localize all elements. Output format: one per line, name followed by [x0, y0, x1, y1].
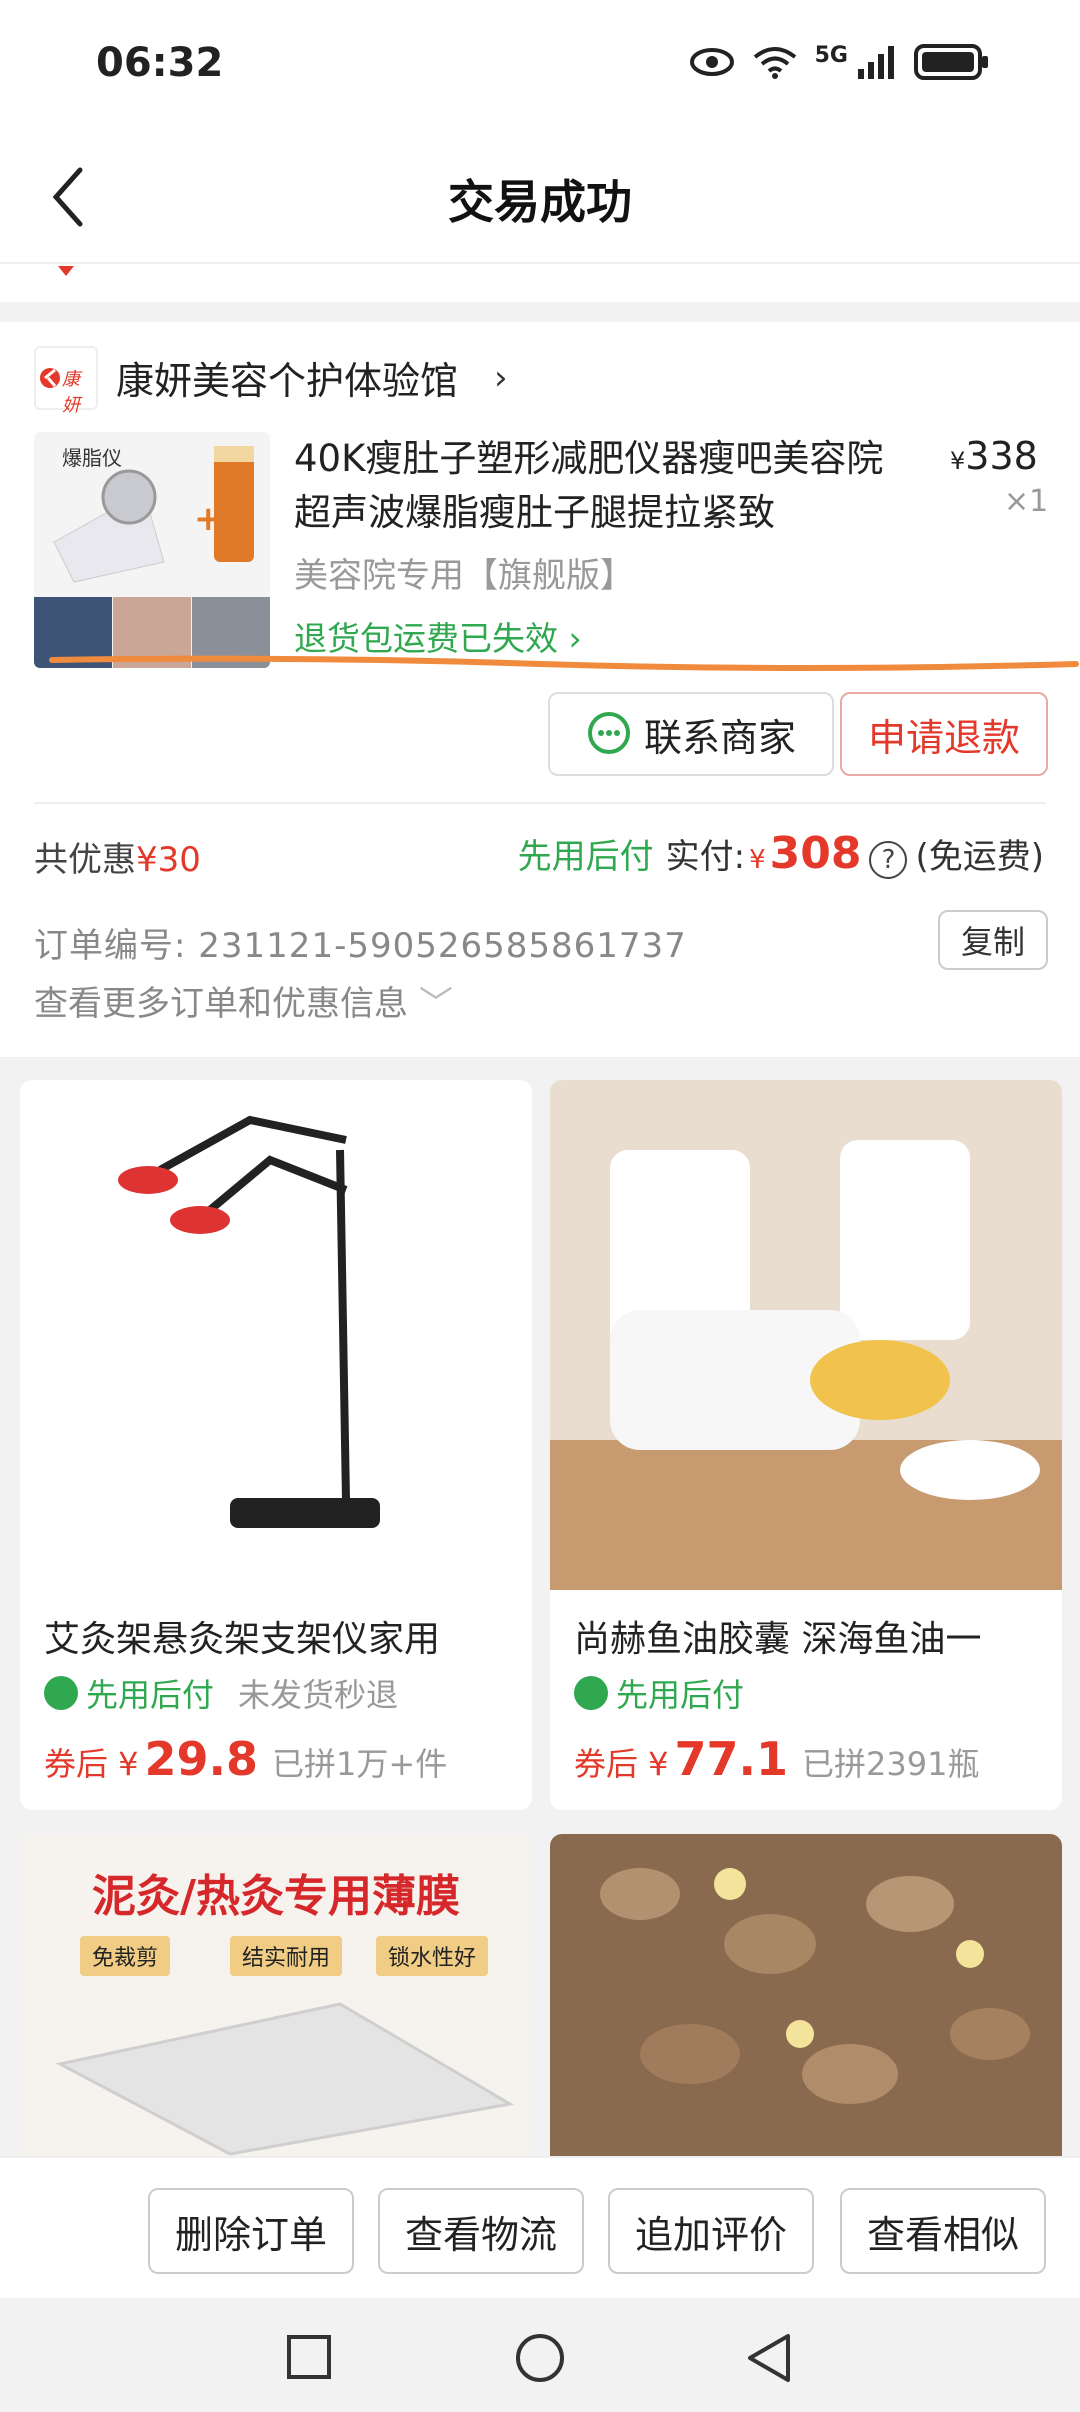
recommendation-card[interactable]: 艾灸架悬灸架支架仪家用 先用后付 未发货秒退 券后 ¥ 29.8 已拼1万+件: [20, 1080, 532, 1810]
header: 交易成功: [0, 130, 1080, 262]
status-bar: 06:32 5G: [0, 0, 1080, 130]
pay-later-label: 先用后付: [517, 837, 654, 877]
product-image: [550, 1080, 1062, 1590]
view-logistics-button[interactable]: 查看物流: [378, 2188, 584, 2274]
order-card: 康妍 康妍美容个护体验馆 › + 爆脂仪 40K瘦肚子塑形减肥仪器瘦吧美容院超声…: [0, 322, 1080, 1057]
svg-text:+: +: [194, 499, 223, 539]
product-quantity: ×1: [1004, 484, 1049, 519]
battery-icon: [914, 44, 988, 80]
order-number: 订单编号: 231121-590526585861737: [34, 926, 687, 966]
system-nav-bar: [0, 2298, 1080, 2412]
chip: 锁水性好: [376, 1936, 489, 1976]
chip: 结实耐用: [230, 1936, 343, 1976]
shop-logo: 康妍: [34, 346, 98, 416]
product-image: [550, 1834, 1062, 2156]
view-similar-button[interactable]: 查看相似: [840, 2188, 1046, 2274]
status-icons: 5G: [689, 42, 990, 80]
film-sheets-image: [55, 2002, 515, 2156]
back-nav-icon[interactable]: [744, 2332, 794, 2384]
discount-summary: 共优惠¥30: [34, 840, 201, 880]
shop-logo-text: 康妍: [62, 369, 80, 416]
page-title: 交易成功: [448, 175, 632, 229]
pay-later-icon: [574, 1676, 608, 1710]
order-action-bar: 删除订单 查看物流 追加评价 查看相似: [0, 2156, 1080, 2298]
location-marker-icon: [58, 266, 74, 276]
signal-icon: [858, 46, 894, 79]
recommendation-price: 券后 ¥ 29.8 已拼1万+件: [44, 1732, 448, 1786]
help-icon[interactable]: ?: [869, 841, 908, 879]
recommendation-title: 艾灸架悬灸架支架仪家用: [44, 1619, 441, 1660]
network-label: 5G: [814, 42, 848, 68]
recommendation-tags: 先用后付 未发货秒退: [44, 1670, 398, 1716]
recommendation-card[interactable]: 泥灸/热灸专用薄膜 免裁剪 结实耐用 锁水性好: [20, 1834, 532, 2156]
delete-order-button[interactable]: 删除订单: [148, 2188, 354, 2274]
recommendation-tags: 先用后付: [574, 1670, 744, 1716]
contact-seller-button[interactable]: 联系商家: [548, 692, 834, 776]
shipping-note: (免运费): [915, 837, 1044, 877]
eye-icon: [689, 48, 734, 76]
status-time: 06:32: [96, 40, 224, 86]
recent-apps-icon[interactable]: [286, 2334, 332, 2380]
chevron-right-icon[interactable]: ›: [494, 358, 508, 398]
banner-title: 泥灸/热灸专用薄膜: [91, 1871, 461, 1922]
request-refund-button[interactable]: 申请退款: [840, 692, 1048, 776]
recommendation-card[interactable]: 尚赫鱼油胶囊 深海鱼油一 先用后付 券后 ¥ 77.1 已拼2391瓶: [550, 1080, 1062, 1810]
copy-button[interactable]: 复制: [938, 910, 1048, 970]
chat-icon: [587, 712, 630, 754]
recommendation-card[interactable]: [550, 1834, 1062, 2156]
product-image[interactable]: + 爆脂仪: [34, 432, 270, 668]
home-icon[interactable]: [514, 2332, 566, 2384]
collapsed-section: [0, 262, 1080, 302]
product-image: [20, 1080, 532, 1590]
product-price: ¥338: [950, 434, 1038, 478]
product-title[interactable]: 40K瘦肚子塑形减肥仪器瘦吧美容院超声波爆脂瘦肚子腿提拉紧致: [294, 432, 914, 540]
recommendation-title: 尚赫鱼油胶囊 深海鱼油一: [574, 1619, 982, 1660]
pay-later-icon: [44, 1676, 78, 1710]
shop-name[interactable]: 康妍美容个护体验馆: [116, 350, 458, 405]
paid-amount: 308: [769, 828, 862, 879]
add-review-button[interactable]: 追加评价: [608, 2188, 814, 2274]
product-image-caption: 爆脂仪: [62, 446, 122, 470]
product-spec: 美容院专用【旗舰版】: [294, 556, 634, 596]
chip: 免裁剪: [80, 1936, 171, 1976]
wifi-icon: [753, 47, 796, 79]
chevron-down-icon: ﹀: [418, 984, 453, 1024]
recommendation-price: 券后 ¥ 77.1 已拼2391瓶: [574, 1732, 980, 1786]
divider: [34, 802, 1046, 804]
more-order-info[interactable]: 查看更多订单和优惠信息 ﹀: [34, 976, 453, 1025]
paid-summary: 先用后付 实付: ¥ 308 ? (免运费): [517, 828, 1044, 879]
